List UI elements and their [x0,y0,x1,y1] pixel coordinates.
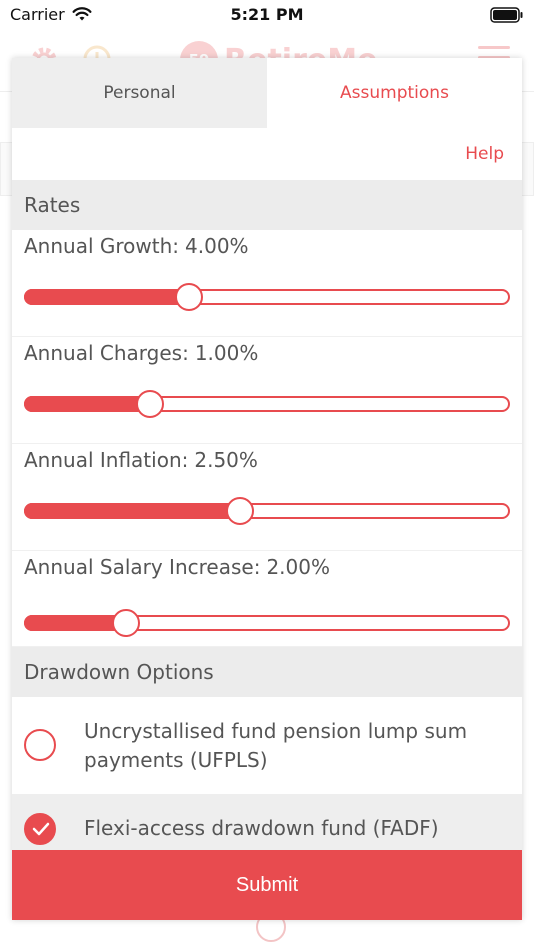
rate-label-text: Annual Charges: [24,341,189,365]
help-link[interactable]: Help [465,144,504,164]
radio-ufpls[interactable] [24,729,56,761]
option-ufpls[interactable]: Uncrystallised fund pension lump sum pay… [12,697,522,793]
rate-label: Annual Salary Increase: 2.00% [24,555,330,579]
rate-label-text: Annual Growth: [24,234,180,258]
section-header-drawdown: Drawdown Options [12,647,522,697]
section-header-rates: Rates [12,180,522,230]
battery-icon [490,7,523,23]
slider-thumb[interactable] [226,497,254,525]
tab-personal[interactable]: Personal [12,58,267,128]
option-fadf-label: Flexi-access drawdown fund (FADF) [84,816,439,840]
slider-thumb[interactable] [175,283,203,311]
annual-inflation-slider[interactable] [24,497,510,525]
checkmark-icon [32,822,50,836]
slider-fill [24,503,240,519]
slider-fill [24,289,189,305]
rate-value: 1.00% [194,341,259,365]
status-bar: Carrier 5:21 PM [0,0,534,32]
tab-bar: Personal Assumptions [12,58,522,128]
rate-label-text: Annual Inflation: [24,448,189,472]
rate-label: Annual Inflation: 2.50% [24,448,258,472]
radio-fadf[interactable] [24,813,56,845]
rate-label: Annual Growth: 4.00% [24,234,249,258]
slider-thumb[interactable] [112,609,140,637]
rate-value: 2.00% [266,555,330,579]
option-ufpls-label: Uncrystallised fund pension lump sum pay… [84,719,468,772]
rate-label: Annual Charges: 1.00% [24,341,258,365]
rate-row-annual-inflation: Annual Inflation: 2.50% [12,444,522,551]
status-time: 5:21 PM [230,5,304,24]
slider-fill [24,396,150,412]
rate-value: 2.50% [194,448,258,472]
rate-value: 4.00% [185,234,249,258]
annual-growth-slider[interactable] [24,283,510,311]
rate-row-annual-growth: Annual Growth: 4.00% [12,230,522,337]
slider-fill [24,615,126,631]
slider-thumb[interactable] [136,390,164,418]
annual-salary-increase-slider[interactable] [24,609,510,637]
tab-assumptions[interactable]: Assumptions [267,58,522,128]
submit-button[interactable]: Submit [12,850,522,920]
rate-row-annual-salary-increase: Annual Salary Increase: 2.00% [12,541,522,647]
assumptions-modal: Personal Assumptions Help Rates Annual G… [12,58,522,920]
rate-label-text: Annual Salary Increase: [24,555,261,579]
rate-row-annual-charges: Annual Charges: 1.00% [12,337,522,444]
annual-charges-slider[interactable] [24,390,510,418]
